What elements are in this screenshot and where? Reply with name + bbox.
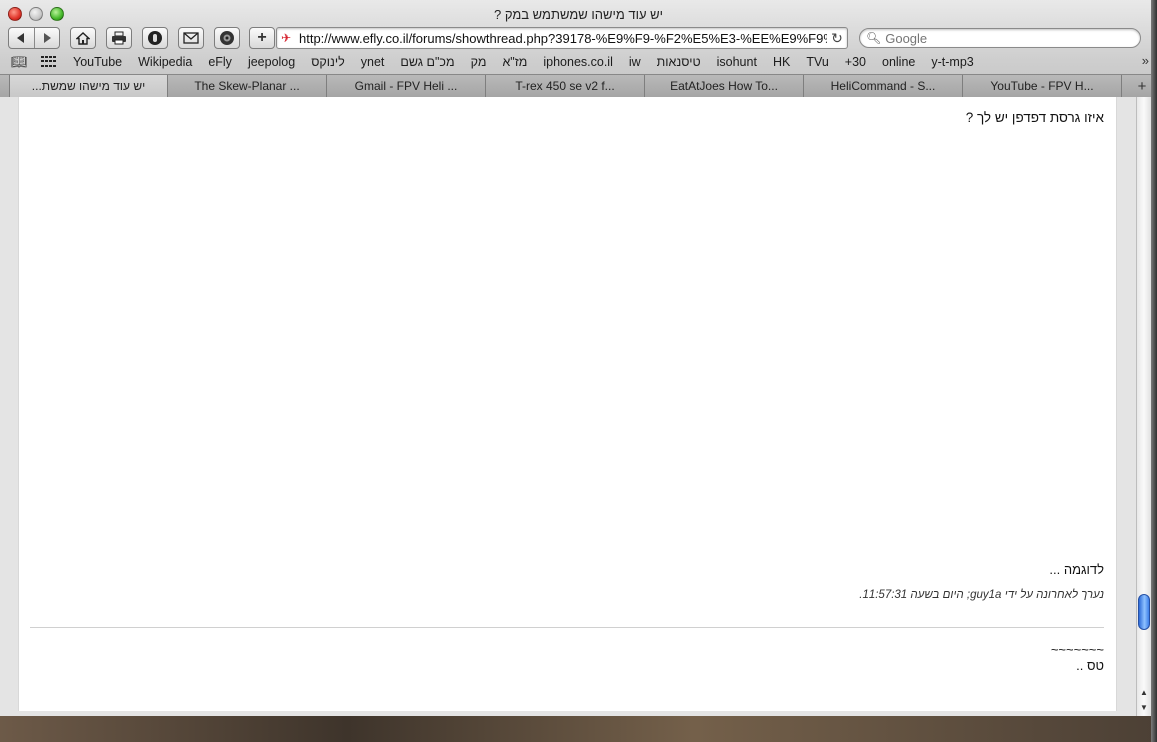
- bookmark-item[interactable]: TVu: [806, 55, 828, 69]
- bookmark-item[interactable]: ynet: [361, 55, 385, 69]
- post-question: איזו גרסת דפדפן יש לך ?: [965, 110, 1104, 125]
- print-button[interactable]: [106, 27, 132, 49]
- vertical-scrollbar[interactable]: ▲ ▼: [1136, 97, 1151, 716]
- scroll-thumb[interactable]: [1138, 594, 1150, 630]
- search-input[interactable]: [885, 30, 1126, 46]
- home-button[interactable]: [70, 27, 96, 49]
- bookmark-item[interactable]: iphones.co.il: [543, 55, 613, 69]
- home-icon: [76, 31, 90, 45]
- desktop-background: [0, 716, 1157, 742]
- bookmark-item[interactable]: מז"א: [502, 55, 527, 69]
- title-bar: יש עוד מישהו שמשתמש במק ?: [0, 2, 1157, 24]
- webcam-button[interactable]: [214, 27, 240, 49]
- forward-arrow-icon: [43, 33, 51, 43]
- url-text: http://www.efly.co.il/forums/showthread.…: [299, 30, 827, 46]
- tab[interactable]: T-rex 450 se v2 f...: [486, 75, 645, 97]
- bookmarks-overflow-icon[interactable]: »: [1142, 53, 1149, 68]
- forum-post: איזו גרסת דפדפן יש לך ? לדוגמה ... נערך …: [18, 97, 1117, 711]
- tab[interactable]: YouTube - FPV H...: [963, 75, 1122, 97]
- bookmarks-bar: 📖︎ YouTube Wikipedia eFly jeepolog לינוקס yne…: [0, 53, 1157, 71]
- window-edge-shadow: [1151, 0, 1157, 742]
- resize-corner[interactable]: [1136, 702, 1151, 716]
- bookmark-item[interactable]: לינוקס: [311, 55, 345, 69]
- back-button[interactable]: [9, 28, 34, 48]
- add-bookmark-button[interactable]: +: [249, 27, 275, 49]
- bookmark-item[interactable]: eFly: [208, 55, 232, 69]
- bookmark-item[interactable]: +30: [845, 55, 866, 69]
- bookmark-item[interactable]: HK: [773, 55, 790, 69]
- search-field[interactable]: 🔍︎: [859, 28, 1141, 48]
- edit-note: נערך לאחרונה על ידי guy1a; היום בשעה 11:…: [859, 589, 1104, 601]
- back-arrow-icon: [17, 33, 25, 43]
- extension-button[interactable]: [142, 27, 168, 49]
- mail-button[interactable]: [178, 27, 204, 49]
- search-icon: 🔍︎: [866, 31, 882, 45]
- tab[interactable]: Gmail - FPV Heli ...: [327, 75, 486, 97]
- window-title: יש עוד מישהו שמשתמש במק ?: [493, 7, 664, 22]
- bookmark-item[interactable]: iw: [629, 55, 641, 69]
- envelope-icon: [183, 32, 199, 44]
- bookmarks-book-icon[interactable]: 📖︎: [11, 54, 29, 70]
- site-favicon-icon: ✈: [281, 31, 292, 45]
- bookmark-item[interactable]: Wikipedia: [138, 55, 192, 69]
- bookmark-item[interactable]: isohunt: [717, 55, 757, 69]
- bookmark-item[interactable]: jeepolog: [248, 55, 295, 69]
- webcam-icon: [220, 31, 234, 45]
- forward-button[interactable]: [34, 28, 59, 48]
- bookmark-item[interactable]: מק: [471, 55, 487, 69]
- browser-window: יש עוד מישהו שמשתמש במק ? + ✈ http://www…: [0, 0, 1157, 716]
- signature-divider: [30, 627, 1104, 628]
- bookmark-item[interactable]: YouTube: [73, 55, 122, 69]
- top-sites-grid-icon[interactable]: [41, 56, 57, 68]
- tab[interactable]: The Skew-Planar ...: [168, 75, 327, 97]
- browser-chrome: יש עוד מישהו שמשתמש במק ? + ✈ http://www…: [0, 0, 1157, 97]
- signature-line-1: ~~~~~~~: [1050, 642, 1104, 657]
- back-forward-group: [8, 27, 60, 49]
- post-example-text: לדוגמה ...: [1049, 562, 1104, 577]
- address-bar[interactable]: ✈ http://www.efly.co.il/forums/showthrea…: [276, 27, 848, 49]
- tab[interactable]: EatAtJoes How To...: [645, 75, 804, 97]
- signature-line-2: טס ..: [1076, 658, 1104, 673]
- bookmark-item[interactable]: טיסנאות: [657, 55, 701, 69]
- reload-icon[interactable]: ↻: [827, 30, 847, 47]
- scroll-up-arrow-icon[interactable]: ▲: [1137, 685, 1151, 699]
- bookmark-list: YouTube Wikipedia eFly jeepolog לינוקס ynet מכ…: [57, 55, 974, 69]
- extension-circle-icon: [148, 31, 162, 45]
- printer-icon: [112, 31, 126, 45]
- bookmark-item[interactable]: y-t-mp3: [931, 55, 973, 69]
- bookmark-item[interactable]: מכ"ם גשם: [400, 55, 454, 69]
- bookmark-item[interactable]: online: [882, 55, 915, 69]
- tab[interactable]: HeliCommand - S...: [804, 75, 963, 97]
- tab[interactable]: יש עוד מישהו שמשת...: [9, 75, 168, 97]
- tab-bar: יש עוד מישהו שמשת... The Skew-Planar ... G…: [0, 74, 1157, 97]
- page-viewport: איזו גרסת דפדפן יש לך ? לדוגמה ... נערך …: [0, 97, 1136, 716]
